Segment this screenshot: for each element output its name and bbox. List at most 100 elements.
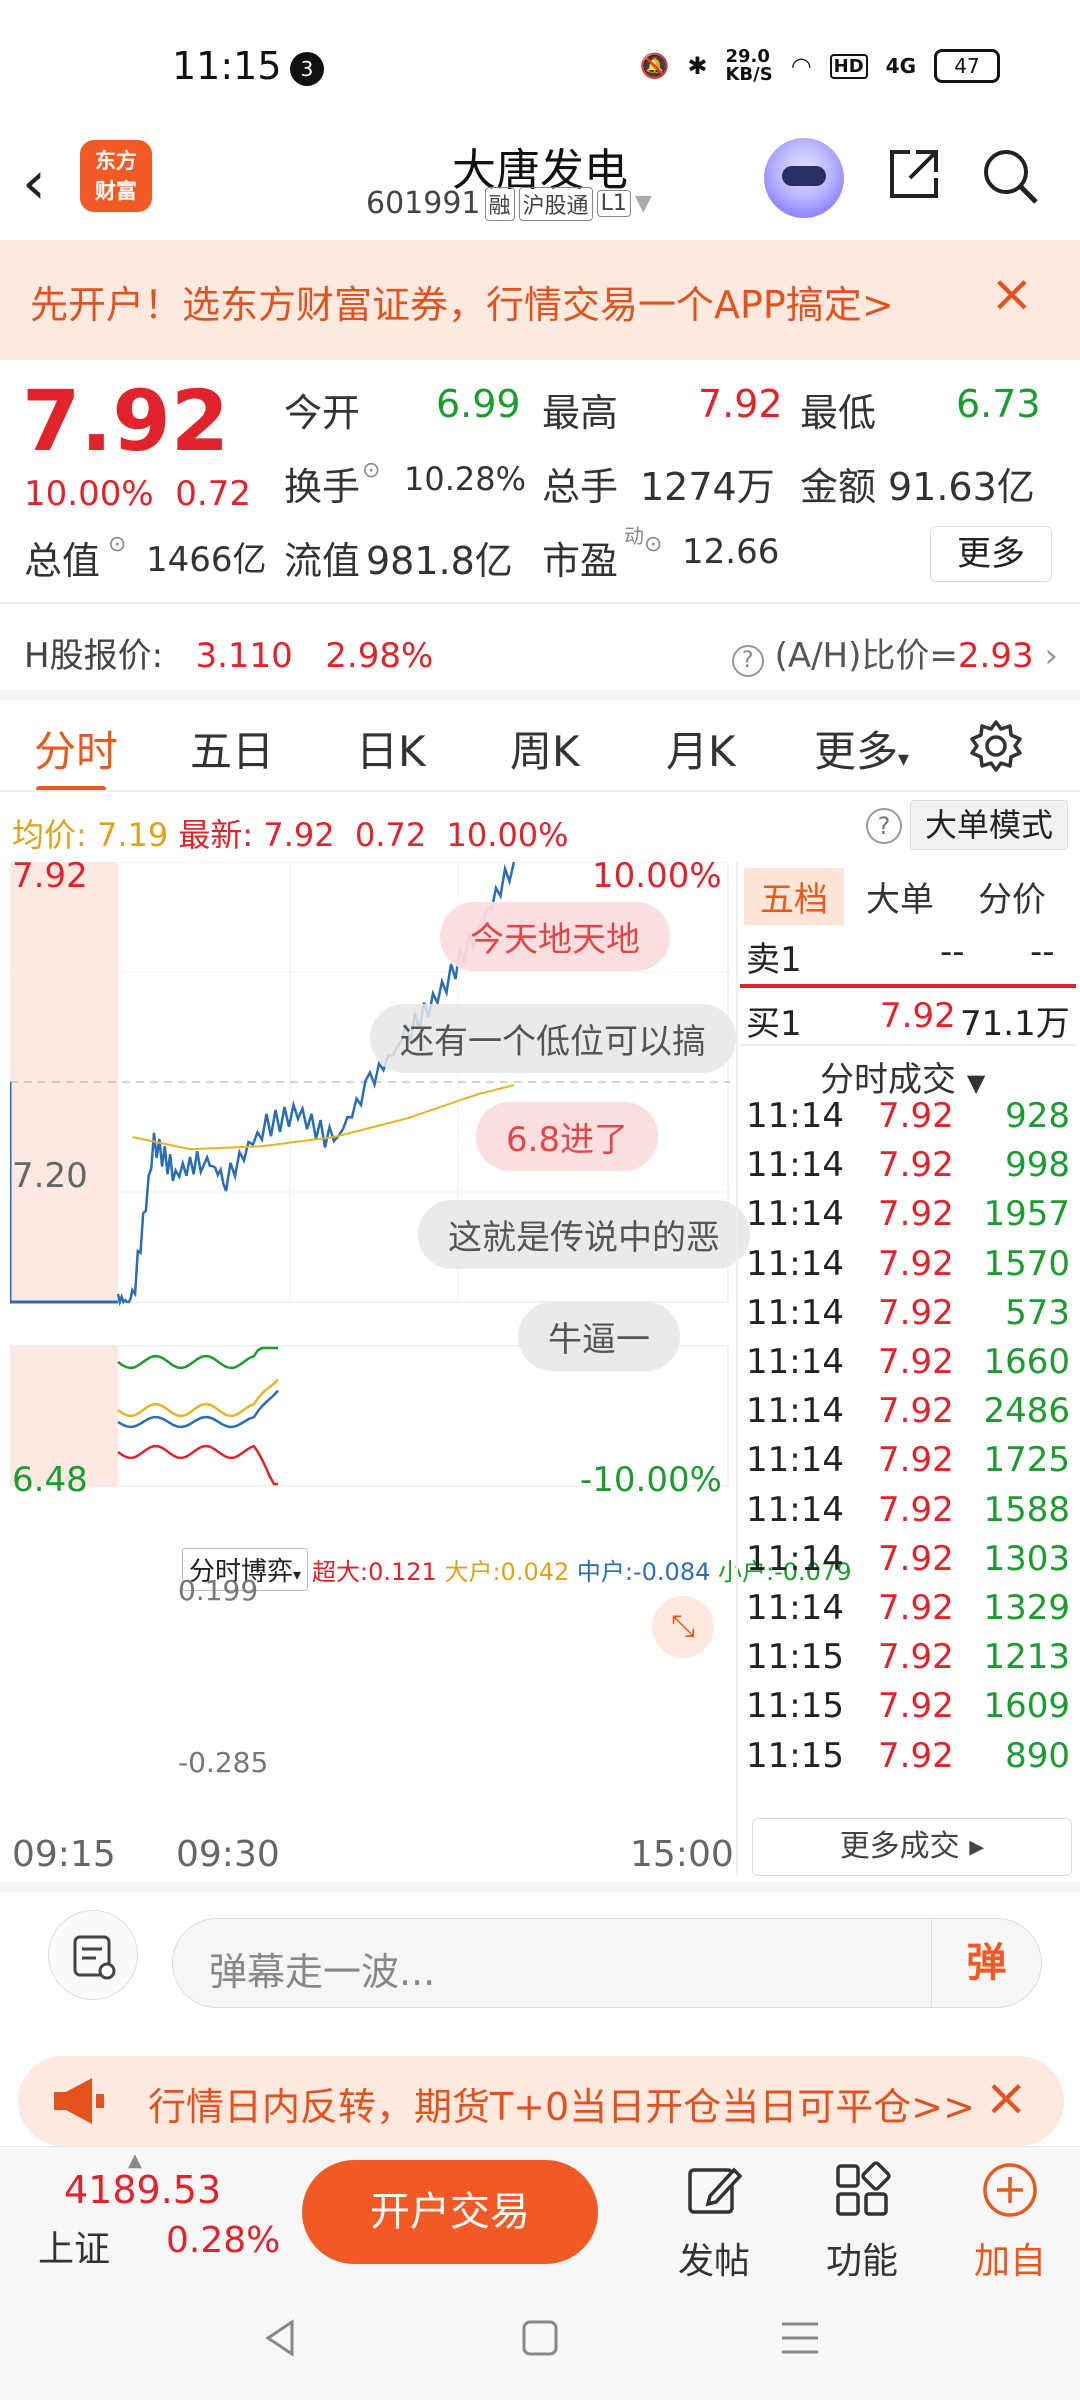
trade-price: 7.92 bbox=[878, 1342, 954, 1382]
trade-volume: 1725 bbox=[983, 1440, 1070, 1481]
open-account-trade-button[interactable]: 开户交易 bbox=[302, 2160, 598, 2264]
system-nav-bar bbox=[0, 2280, 1080, 2400]
post-button[interactable]: 发帖 bbox=[664, 2160, 764, 2284]
mktcap-label: 总值 bbox=[24, 539, 101, 583]
mid-holder-line bbox=[117, 1389, 279, 1429]
tab-price-dist[interactable]: 分价 bbox=[978, 872, 1046, 921]
danmu-settings-icon[interactable] bbox=[48, 1910, 138, 2000]
y-label-bottom: 6.48 bbox=[12, 1460, 88, 1500]
tag-margin: 融 bbox=[484, 186, 515, 221]
index-value[interactable]: 4189.53 bbox=[64, 2168, 221, 2212]
trade-price: 7.92 bbox=[878, 1292, 954, 1333]
more-trades-button[interactable]: 更多成交 ▸ bbox=[752, 1818, 1072, 1876]
share-icon[interactable] bbox=[884, 144, 944, 204]
tab-five-level[interactable]: 五档 bbox=[744, 868, 844, 925]
trade-time: 11:14 bbox=[746, 1489, 844, 1530]
tab-5day[interactable]: 五日 bbox=[190, 718, 274, 779]
futures-promo[interactable]: 行情日内反转，期货T+0当日开仓当日可平仓>> × bbox=[18, 2056, 1064, 2146]
trade-time: 11:14 bbox=[746, 1194, 844, 1235]
sub-y-top: 0.199 bbox=[178, 1574, 259, 1607]
signal-icon: 4G bbox=[885, 54, 916, 78]
tab-monthly-k[interactable]: 月K bbox=[666, 718, 736, 779]
danmu-input[interactable]: 弹幕走一波... 弹 bbox=[172, 1918, 1042, 2008]
tab-intraday[interactable]: 分时 bbox=[34, 718, 118, 779]
trade-price: 7.92 bbox=[878, 1096, 954, 1136]
sell1-row: 卖1 bbox=[746, 940, 802, 980]
sell1-volume: -- bbox=[1030, 932, 1055, 972]
function-button[interactable]: 功能 bbox=[812, 2160, 912, 2284]
divider bbox=[0, 790, 1080, 792]
trade-time: 11:14 bbox=[746, 1538, 844, 1579]
stock-code-row[interactable]: 601991 融 沪股通 L1 ▼ bbox=[366, 186, 652, 221]
trade-time: 11:14 bbox=[746, 1292, 844, 1333]
trade-volume: 1570 bbox=[983, 1243, 1070, 1284]
ah-ratio[interactable]: ? (A/H)比价=2.93 › bbox=[731, 628, 1058, 677]
sub-y-bottom: -0.285 bbox=[178, 1746, 269, 1779]
divider bbox=[0, 690, 1080, 700]
index-name: 上证 bbox=[38, 2229, 111, 2270]
trade-volume: 573 bbox=[1005, 1292, 1070, 1333]
trade-row: 11:14 7.92 1725 bbox=[746, 1440, 1076, 1490]
trade-volume: 1303 bbox=[983, 1538, 1070, 1579]
megaphone-icon bbox=[54, 2078, 104, 2124]
nav-home-icon[interactable] bbox=[520, 2318, 560, 2358]
tab-weekly-k[interactable]: 周K bbox=[510, 718, 580, 779]
small-holder-line bbox=[117, 1346, 278, 1370]
tab-daily-k[interactable]: 日K bbox=[356, 718, 426, 779]
danmu-bubble: 还有一个低位可以搞 bbox=[370, 1004, 736, 1073]
divider bbox=[740, 1044, 1076, 1046]
trade-volume: 1213 bbox=[983, 1637, 1070, 1678]
trade-price: 7.92 bbox=[878, 1243, 954, 1284]
tab-big-order[interactable]: 大单 bbox=[866, 872, 934, 921]
time-open: 09:30 bbox=[176, 1834, 280, 1875]
trade-row: 11:14 7.92 1329 bbox=[746, 1588, 1076, 1638]
trade-volume: 998 bbox=[1005, 1145, 1070, 1186]
volume-label: 总手 bbox=[542, 465, 619, 509]
sell1-price: -- bbox=[940, 932, 965, 972]
ticks-title[interactable]: 分时成交 ▼ bbox=[820, 1052, 985, 1101]
trade-row: 11:14 7.92 928 bbox=[746, 1096, 1076, 1146]
info-icon[interactable]: ⊙ bbox=[362, 458, 380, 483]
close-icon[interactable]: × bbox=[984, 2068, 1028, 2128]
low-value: 6.73 bbox=[956, 382, 1041, 426]
nav-back-icon[interactable] bbox=[258, 2316, 302, 2360]
send-danmu-button[interactable]: 弹 bbox=[931, 1919, 1041, 2007]
divider bbox=[0, 602, 1080, 604]
settings-gear-icon[interactable] bbox=[968, 718, 1024, 774]
info-icon[interactable]: ⊙ bbox=[108, 532, 126, 557]
trade-volume: 1609 bbox=[983, 1686, 1070, 1727]
open-value: 6.99 bbox=[436, 382, 521, 426]
grid-icon bbox=[836, 2161, 891, 2216]
close-icon[interactable]: × bbox=[990, 264, 1034, 324]
notification-badge: 3 bbox=[290, 52, 324, 86]
float-value: 981.8亿 bbox=[366, 539, 513, 583]
danmu-bubble: 今天地天地 bbox=[440, 902, 670, 971]
price-change: 10.00% 0.72 bbox=[24, 474, 251, 514]
assistant-robot-icon[interactable] bbox=[764, 138, 844, 218]
account-banner[interactable]: 先开户！选东方财富证券，行情交易一个APP搞定> × bbox=[0, 240, 1080, 360]
index-pct: 0.28% bbox=[166, 2220, 281, 2261]
danmu-bubble: 牛逼一 bbox=[518, 1302, 680, 1371]
hshare-row[interactable]: H股报价: 3.110 2.98% bbox=[24, 628, 433, 677]
question-icon: ? bbox=[731, 645, 764, 677]
battery-icon: 47 bbox=[934, 49, 1000, 83]
open-stat: 今开 bbox=[284, 391, 361, 435]
expand-icon[interactable]: ⤡ bbox=[652, 1596, 714, 1658]
trade-row: 11:15 7.92 1213 bbox=[746, 1637, 1076, 1687]
super-holder-line bbox=[117, 1444, 278, 1486]
trade-volume: 1660 bbox=[983, 1342, 1070, 1382]
more-stats-button[interactable]: 更多 bbox=[930, 526, 1052, 582]
trade-row: 11:14 7.92 1303 bbox=[746, 1539, 1076, 1589]
y-label-top: 7.92 bbox=[12, 856, 88, 896]
question-icon[interactable]: ? bbox=[866, 808, 902, 844]
nav-menu-icon[interactable] bbox=[778, 2318, 822, 2358]
pe-sup: 动 bbox=[624, 524, 644, 548]
trade-price: 7.92 bbox=[878, 1538, 954, 1579]
info-icon[interactable]: ⊙ bbox=[644, 532, 662, 557]
search-icon[interactable] bbox=[978, 144, 1042, 208]
trade-row: 11:15 7.92 1609 bbox=[746, 1686, 1076, 1736]
big-order-mode-button[interactable]: 大单模式 bbox=[910, 800, 1068, 850]
tab-more[interactable]: 更多▾ bbox=[814, 718, 909, 779]
trade-volume: 1957 bbox=[983, 1194, 1070, 1235]
danmu-placeholder: 弹幕走一波... bbox=[209, 1950, 436, 1994]
